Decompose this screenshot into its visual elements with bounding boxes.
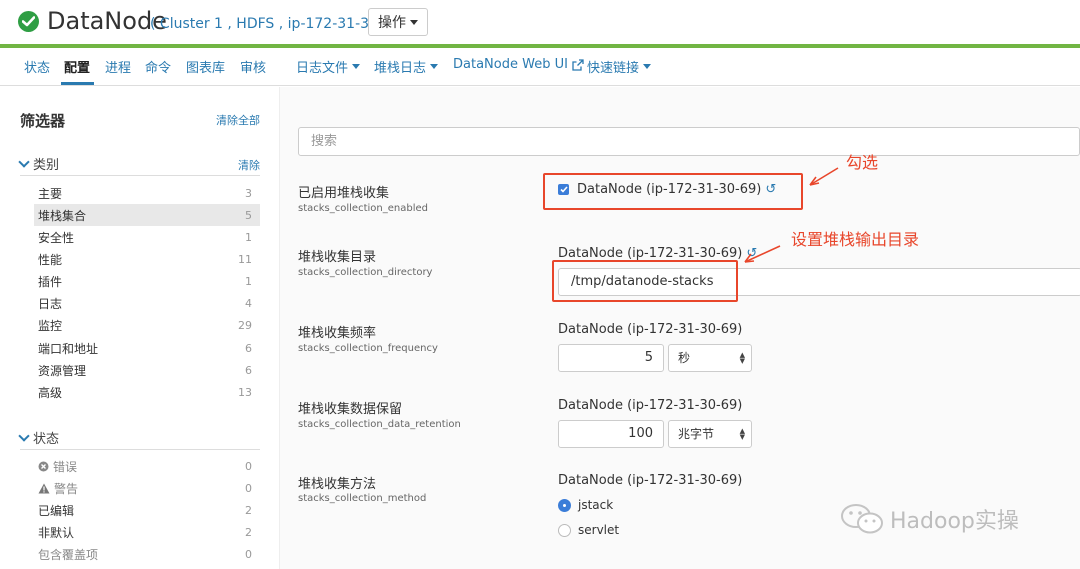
annotation-arrows — [744, 167, 839, 263]
wechat-icon — [841, 504, 883, 534]
annotation-check-note: 勾选 — [846, 153, 879, 172]
watermark-text: Hadoop实操 — [890, 509, 1019, 534]
watermark: Hadoop实操 — [840, 502, 1019, 536]
annotation-dir-note: 设置堆栈输出目录 — [791, 230, 920, 249]
